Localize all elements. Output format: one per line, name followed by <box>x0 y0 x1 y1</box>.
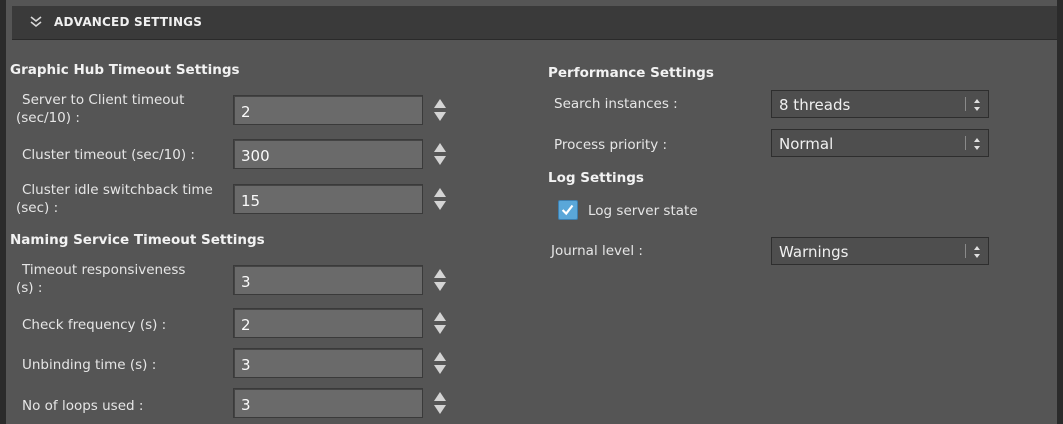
naming-service-section-title: Naming Service Timeout Settings <box>10 232 265 248</box>
log-section-title: Log Settings <box>548 170 644 186</box>
double-chevron-down-icon[interactable] <box>28 14 44 30</box>
label-line: Server to Client timeout <box>22 92 185 108</box>
label-line: Timeout responsiveness <box>22 262 186 278</box>
check-frequency-input[interactable]: 2 <box>233 308 423 338</box>
search-instances-select[interactable]: 8 threads <box>771 90 989 118</box>
spinner-icon[interactable] <box>433 389 447 417</box>
journal-level-label: Journal level : <box>551 243 643 259</box>
timeout-responsiveness-label: Timeout responsiveness (s) : <box>16 261 185 297</box>
performance-section-title: Performance Settings <box>548 65 714 81</box>
select-divider <box>965 136 966 150</box>
select-value: Warnings <box>779 243 849 261</box>
select-divider <box>965 244 966 258</box>
timeout-responsiveness-input[interactable]: 3 <box>233 265 423 295</box>
cluster-idle-switchback-label: Cluster idle switchback time (sec) : <box>16 181 213 217</box>
section-header[interactable]: ADVANCED SETTINGS <box>12 6 1057 40</box>
checkmark-icon <box>561 204 574 216</box>
unbinding-time-label: Unbinding time (s) : <box>22 357 157 373</box>
graphic-hub-section-title: Graphic Hub Timeout Settings <box>10 62 240 78</box>
select-divider <box>965 97 966 111</box>
journal-level-select[interactable]: Warnings <box>771 237 989 265</box>
cluster-timeout-input[interactable]: 300 <box>233 139 423 169</box>
select-value: Normal <box>779 135 834 153</box>
server-to-client-timeout-label: Server to Client timeout (sec/10) : <box>16 91 184 127</box>
label-line: (s) : <box>16 280 43 296</box>
no-of-loops-input[interactable]: 3 <box>233 388 423 418</box>
spinner-icon[interactable] <box>433 349 447 377</box>
unbinding-time-input[interactable]: 3 <box>233 348 423 378</box>
select-arrows-icon <box>974 138 980 150</box>
spinner-icon[interactable] <box>433 185 447 213</box>
log-server-state-checkbox[interactable] <box>558 200 578 220</box>
process-priority-select[interactable]: Normal <box>771 129 989 157</box>
cluster-timeout-label: Cluster timeout (sec/10) : <box>22 147 195 163</box>
label-line: (sec) : <box>16 200 59 216</box>
check-frequency-label: Check frequency (s) : <box>22 317 167 333</box>
spinner-icon[interactable] <box>433 309 447 337</box>
cluster-idle-switchback-input[interactable]: 15 <box>233 184 423 214</box>
no-of-loops-label: No of loops used : <box>22 398 144 414</box>
process-priority-label: Process priority : <box>554 137 668 153</box>
spinner-icon[interactable] <box>433 140 447 168</box>
spinner-icon[interactable] <box>433 266 447 294</box>
advanced-settings-panel: ADVANCED SETTINGS Graphic Hub Timeout Se… <box>0 0 1063 424</box>
select-value: 8 threads <box>779 96 851 114</box>
select-arrows-icon <box>974 246 980 258</box>
server-to-client-timeout-input[interactable]: 2 <box>233 95 423 125</box>
search-instances-label: Search instances : <box>554 96 678 112</box>
log-server-state-label: Log server state <box>588 203 698 219</box>
section-title: ADVANCED SETTINGS <box>54 15 203 29</box>
label-line: (sec/10) : <box>16 110 80 126</box>
spinner-icon[interactable] <box>433 96 447 124</box>
select-arrows-icon <box>974 99 980 111</box>
label-line: Cluster idle switchback time <box>22 182 213 198</box>
